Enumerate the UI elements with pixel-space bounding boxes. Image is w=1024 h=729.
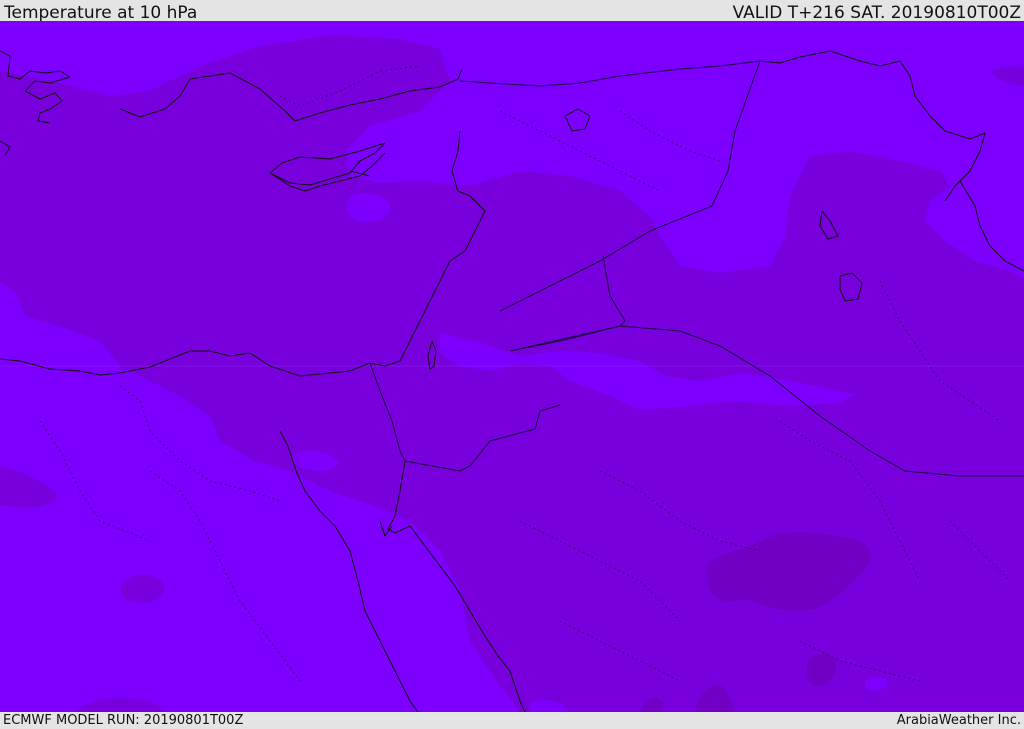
- map-canvas: [0, 21, 1024, 712]
- header-bar: Temperature at 10 hPa VALID T+216 SAT. 2…: [0, 0, 1024, 23]
- footer-bar: ECMWF MODEL RUN: 20190801T00Z ArabiaWeat…: [0, 712, 1024, 729]
- model-run-label: ECMWF MODEL RUN: 20190801T00Z: [3, 713, 244, 728]
- valid-time: VALID T+216 SAT. 20190810T00Z: [732, 3, 1021, 23]
- map-title: Temperature at 10 hPa: [4, 3, 198, 23]
- credit-label: ArabiaWeather Inc.: [896, 713, 1021, 728]
- temperature-map[interactable]: [0, 21, 1024, 712]
